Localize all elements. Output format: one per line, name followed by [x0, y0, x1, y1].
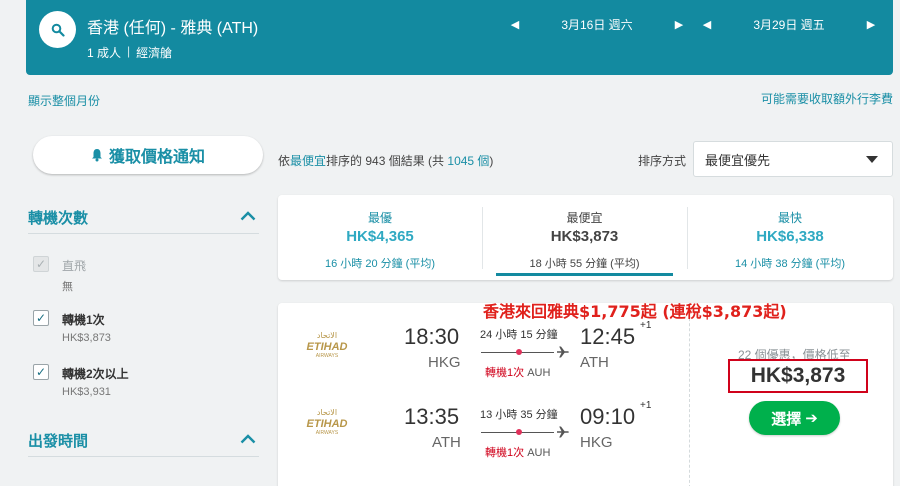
stop-dot: [516, 349, 522, 355]
svg-text:الاتحاد: الاتحاد: [317, 408, 337, 417]
arrive-time: 09:10: [580, 404, 636, 429]
nonstop-label: 直飛: [62, 259, 87, 273]
flight-duration: 13 小時 35 分鐘: [480, 409, 558, 421]
arrive-time: 12:45: [580, 324, 636, 349]
next-date-icon[interactable]: ▶: [864, 18, 878, 31]
stop-dot: [516, 429, 522, 435]
via-airport: AUH: [527, 447, 551, 459]
bell-icon: [91, 149, 102, 162]
tab-price: HK$3,873: [550, 228, 619, 245]
stops-info[interactable]: 轉機1次 AUH: [485, 364, 550, 380]
divider: [28, 233, 259, 234]
depart-time: 13:35: [404, 404, 460, 429]
results-suffix: ): [489, 154, 494, 168]
depart-date[interactable]: 3月16日 週六: [522, 16, 672, 33]
search-icon: [51, 23, 65, 37]
divider: [28, 456, 259, 457]
arrow-right-icon: ➔: [805, 410, 818, 427]
result-price: HK$3,873: [728, 359, 868, 393]
depart-time: 18:30: [404, 324, 460, 349]
select-label: 選擇: [771, 410, 802, 428]
tab-price: HK$4,365: [346, 228, 414, 245]
two-plus-stops-checkbox[interactable]: ✓: [33, 364, 49, 380]
price-alert-button[interactable]: 獲取價格通知: [33, 136, 263, 174]
passenger-summary[interactable]: 1 成人 | 經濟艙: [87, 44, 172, 61]
tab-duration: 16 小時 20 分鐘 (平均): [324, 258, 436, 270]
svg-text:ETIHAD: ETIHAD: [307, 418, 348, 430]
tab-title: 最快: [777, 211, 802, 225]
arrive-airport: ATH: [580, 354, 609, 371]
depart-airport: ATH: [432, 434, 461, 451]
sort-label: 排序方式: [638, 154, 687, 168]
chevron-up-icon[interactable]: [240, 434, 256, 444]
tab-best[interactable]: 最優 HK$4,365 16 小時 20 分鐘 (平均): [278, 195, 482, 280]
stops-filter-title[interactable]: 轉機次數: [28, 207, 88, 228]
divider: |: [127, 44, 131, 58]
tab-price: HK$6,338: [756, 228, 824, 245]
via-airport: AUH: [527, 367, 551, 379]
sort-criteria-link[interactable]: 最便宜: [290, 154, 326, 168]
prev-date-icon[interactable]: ◀: [700, 18, 714, 31]
divider: [689, 303, 690, 486]
stops-count: 轉機1次: [485, 447, 525, 459]
svg-text:AIRWAYS: AIRWAYS: [316, 353, 339, 359]
stops-info[interactable]: 轉機1次 AUH: [485, 444, 550, 460]
svg-text:ETIHAD: ETIHAD: [307, 341, 348, 353]
depart-date-picker: ◀ 3月16日 週六 ▶: [508, 11, 686, 37]
extra-fees-link[interactable]: 可能需要收取額外行李費: [761, 90, 893, 107]
tab-title: 最優: [367, 211, 392, 225]
show-month-link[interactable]: 顯示整個月份: [28, 92, 100, 109]
plane-icon: [557, 346, 569, 358]
two-plus-stops-price: HK$3,931: [62, 386, 111, 398]
caret-down-icon: [866, 156, 878, 163]
sort-selected-value: 最便宜優先: [705, 152, 771, 168]
depart-airport: HKG: [428, 354, 461, 371]
one-stop-checkbox[interactable]: ✓: [33, 310, 49, 326]
next-day-badge: +1: [640, 400, 652, 411]
total-results-link[interactable]: 1045 個: [447, 154, 489, 168]
summary-tabs: 最優 HK$4,365 16 小時 20 分鐘 (平均) 最便宜 HK$3,87…: [278, 195, 893, 280]
flight-duration: 24 小時 15 分鐘: [480, 329, 558, 341]
plane-icon: [557, 426, 569, 438]
departure-time-filter-title[interactable]: 出發時間: [28, 430, 88, 451]
return-date[interactable]: 3月29日 週五: [714, 16, 864, 33]
one-stop-price: HK$3,873: [62, 332, 111, 344]
tab-duration: 14 小時 38 分鐘 (平均): [734, 258, 846, 270]
stops-count: 轉機1次: [485, 367, 525, 379]
tab-title: 最便宜: [566, 211, 603, 225]
select-button[interactable]: 選擇 ➔: [749, 401, 840, 435]
sort-select[interactable]: 最便宜優先: [693, 141, 893, 177]
return-date-picker: ◀ 3月29日 週五 ▶: [700, 11, 878, 37]
svg-text:AIRWAYS: AIRWAYS: [316, 430, 339, 436]
etihad-logo: الاتحاد ETIHAD AIRWAYS: [307, 331, 348, 359]
search-button[interactable]: [39, 11, 76, 48]
passenger-count: 1 成人: [87, 46, 122, 60]
active-tab-indicator: [496, 273, 673, 276]
nonstop-checkbox[interactable]: ✓: [33, 256, 49, 272]
price-alert-label: 獲取價格通知: [108, 149, 205, 166]
cabin-class: 經濟艙: [136, 46, 173, 60]
one-stop-label[interactable]: 轉機1次: [62, 311, 105, 328]
route-title[interactable]: 香港 (任何) - 雅典 (ATH): [87, 14, 258, 38]
tab-duration: 18 小時 55 分鐘 (平均): [529, 258, 640, 270]
arrive-airport: HKG: [580, 434, 613, 451]
chevron-up-icon[interactable]: [240, 211, 256, 221]
results-count: 依最便宜排序的 943 個結果 (共 1045 個): [278, 152, 493, 169]
svg-text:الاتحاد: الاتحاد: [317, 331, 337, 340]
etihad-logo: الاتحاد ETIHAD AIRWAYS: [307, 408, 348, 436]
results-prefix: 依: [278, 154, 291, 168]
prev-date-icon[interactable]: ◀: [508, 18, 522, 31]
nonstop-price: 無: [62, 281, 73, 293]
two-plus-stops-label[interactable]: 轉機2次以上: [62, 365, 129, 382]
next-day-badge: +1: [640, 320, 652, 331]
next-date-icon[interactable]: ▶: [672, 18, 686, 31]
tab-cheapest[interactable]: 最便宜 HK$3,873 18 小時 55 分鐘 (平均): [482, 195, 687, 280]
promo-banner: 香港來回雅典$1,775起 (連稅$3,873起): [483, 302, 787, 321]
results-text: 排序的 943 個結果 (共: [326, 154, 448, 168]
tab-fastest[interactable]: 最快 HK$6,338 14 小時 38 分鐘 (平均): [687, 195, 893, 280]
